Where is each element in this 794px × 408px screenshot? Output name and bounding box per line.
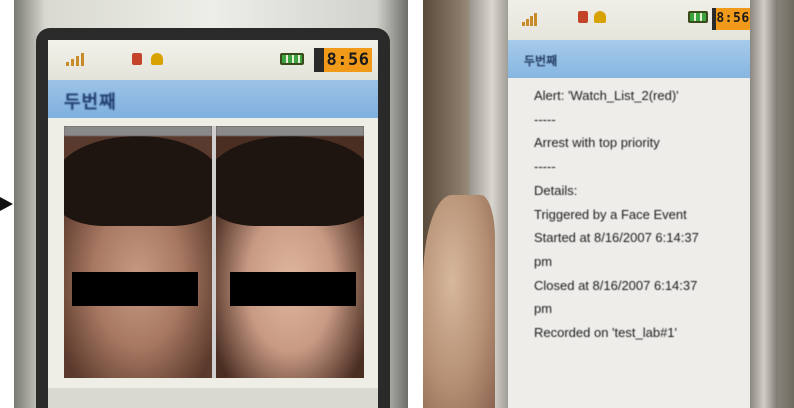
alert-message: Alert: 'Watch_List_2(red)' ----- Arrest … (534, 84, 749, 345)
message-line: Arrest with top priority (534, 135, 660, 151)
face-panel-match (216, 126, 364, 378)
left-phone-photo: 8:56 두번째 (14, 0, 408, 408)
lock-icon (132, 53, 142, 65)
thumb (423, 195, 495, 408)
status-bar: 8:56 (48, 40, 378, 80)
face-panel-probe (64, 126, 212, 378)
title-bar: 두번째 (508, 40, 750, 78)
battery-icon (280, 53, 304, 65)
signal-icon (66, 52, 86, 66)
redaction-bar (72, 272, 198, 306)
message-line: Started at 8/16/2007 6:14:37 (534, 230, 699, 246)
clock-time: 8:56 (716, 8, 750, 30)
status-bar: 8:56 (508, 0, 750, 40)
battery-icon (688, 11, 708, 23)
message-line: Alert: 'Watch_List_2(red)' (534, 88, 679, 103)
clock: 8:56 (712, 8, 750, 30)
face-match-view (64, 126, 364, 378)
redaction-bar (230, 272, 356, 306)
face-panel-caption (64, 126, 212, 136)
message-line: Triggered by a Face Event (534, 206, 687, 222)
hair (64, 136, 212, 226)
hair (216, 136, 364, 226)
bell-icon (594, 11, 606, 23)
signal-icon (522, 12, 538, 26)
phone-bezel-right (750, 0, 778, 408)
phone-screen: 8:56 두번째 Alert: 'Watch_List_2(red)' ----… (508, 0, 750, 408)
clock-time: 8:56 (324, 48, 372, 72)
soft-key-bar (48, 388, 378, 408)
message-line: pm (534, 301, 553, 317)
screen-title: 두번째 (524, 54, 558, 68)
message-line: Details: (534, 182, 578, 198)
message-line: Closed at 8/16/2007 6:14:37 (534, 277, 698, 293)
screen-title: 두번째 (64, 92, 117, 113)
lock-icon (578, 11, 588, 23)
clock: 8:56 (314, 48, 372, 72)
phone-screen: 8:56 두번째 (48, 40, 378, 408)
pointer-arrow-icon (0, 197, 13, 211)
message-line: pm (534, 253, 553, 269)
face-panel-caption (216, 126, 364, 136)
message-line: ----- (534, 159, 556, 175)
message-line: Recorded on 'test_lab#1' (534, 325, 678, 341)
bell-icon (151, 53, 163, 65)
title-bar: 두번째 (48, 80, 378, 118)
message-line: ----- (534, 111, 556, 127)
